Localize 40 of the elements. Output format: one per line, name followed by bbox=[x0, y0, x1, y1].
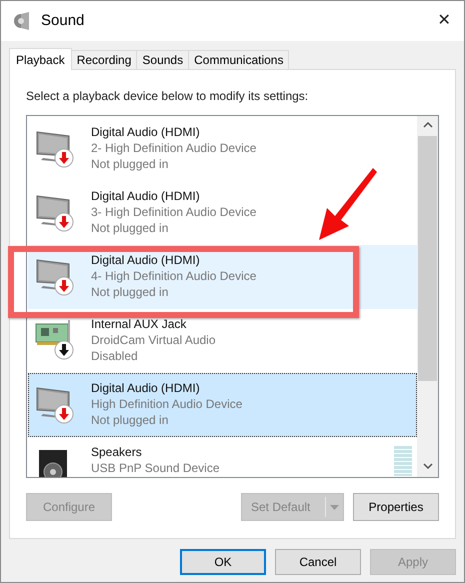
device-row[interactable]: Internal AUX Jack DroidCam Virtual Audio Disabled bbox=[35, 316, 216, 364]
scrollbar[interactable] bbox=[417, 116, 438, 477]
device-status: Not plugged in bbox=[91, 412, 170, 428]
device-row[interactable]: Speakers USB PnP Sound Device bbox=[35, 444, 220, 477]
device-row[interactable]: Digital Audio (HDMI) 4- High Definition Audio Device Not plugged in bbox=[28, 245, 417, 309]
scroll-up-icon[interactable] bbox=[422, 122, 432, 128]
device-row[interactable]: Digital Audio (HDMI) 3- High Definition Audio Device Not plugged in bbox=[35, 188, 256, 236]
window-title: Sound bbox=[41, 10, 84, 31]
tab[interactable]: Playback bbox=[9, 48, 72, 70]
action-button[interactable]: Properties bbox=[353, 493, 439, 521]
device-description: 4- High Definition Audio Device bbox=[91, 268, 256, 284]
device-row[interactable]: Digital Audio (HDMI) 2- High Definition Audio Device Not plugged in bbox=[35, 124, 256, 172]
device-name: Digital Audio (HDMI) bbox=[91, 188, 201, 204]
device-description: 2- High Definition Audio Device bbox=[91, 140, 256, 156]
tab[interactable]: Sounds bbox=[137, 50, 190, 69]
device-description: 3- High Definition Audio Device bbox=[91, 204, 256, 220]
volume-meter-icon bbox=[394, 446, 412, 476]
tab[interactable]: Recording bbox=[72, 50, 138, 69]
scroll-down-icon[interactable] bbox=[422, 463, 432, 469]
dialog-button[interactable]: Cancel bbox=[275, 549, 361, 575]
instruction-text: Select a playback device below to modify its settings: bbox=[26, 89, 310, 103]
device-description: USB PnP Sound Device bbox=[91, 460, 220, 476]
device-status: Not plugged in bbox=[91, 220, 170, 236]
device-name: Digital Audio (HDMI) bbox=[91, 252, 201, 268]
device-name: Digital Audio (HDMI) bbox=[91, 124, 201, 140]
device-status: Disabled bbox=[91, 348, 139, 364]
scroll-thumb[interactable] bbox=[418, 136, 437, 381]
device-status: Not plugged in bbox=[91, 156, 170, 172]
tab[interactable]: Communications bbox=[189, 50, 290, 69]
dropdown-caret-icon bbox=[330, 504, 339, 510]
speaker-icon bbox=[13, 11, 31, 31]
device-row[interactable]: Digital Audio (HDMI) High Definition Audio Device Not plugged in bbox=[28, 373, 417, 437]
device-description: High Definition Audio Device bbox=[91, 396, 242, 412]
device-name: Speakers bbox=[91, 444, 143, 460]
device-name: Digital Audio (HDMI) bbox=[91, 380, 201, 396]
device-name: Internal AUX Jack bbox=[91, 316, 188, 332]
device-status: Not plugged in bbox=[91, 284, 170, 300]
close-button[interactable]: ✕ bbox=[424, 6, 464, 36]
dialog-button[interactable]: OK bbox=[180, 549, 266, 575]
device-description: DroidCam Virtual Audio bbox=[91, 332, 216, 348]
